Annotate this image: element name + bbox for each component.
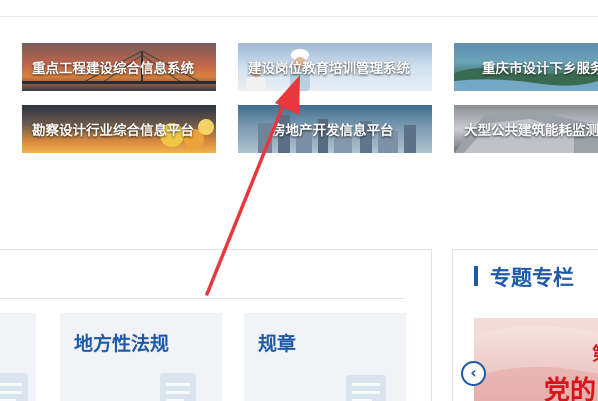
law-card-local-regulations[interactable]: 地方性法规 xyxy=(60,313,222,401)
law-card-partial[interactable] xyxy=(0,313,36,401)
law-card-title: 地方性法规 xyxy=(74,333,170,355)
banner-label: 重庆市设计下乡服务 xyxy=(482,61,598,77)
divider xyxy=(0,16,598,17)
banner-real-estate[interactable]: 房地产开发信息平台 xyxy=(238,105,432,153)
banner-training-system[interactable]: 建设岗位教育培训管理系统 xyxy=(238,43,432,91)
carousel-prev-button[interactable]: ‹ xyxy=(461,361,486,386)
special-topic-text-top: 第 xyxy=(592,340,598,366)
banner-label: 房地产开发信息平台 xyxy=(272,123,394,139)
banner-energy-monitoring[interactable]: 大型公共建筑能耗监测 xyxy=(454,105,598,153)
special-topic-text: 党的 xyxy=(544,376,597,401)
law-card-title: 规章 xyxy=(258,333,297,355)
banner-label: 大型公共建筑能耗监测 xyxy=(464,123,598,139)
title-accent-bar xyxy=(474,266,478,286)
chevron-left-icon: ‹ xyxy=(470,362,477,382)
law-card-rules[interactable]: 规章 xyxy=(244,313,406,401)
document-icon xyxy=(0,373,28,401)
banner-label: 重点工程建设综合信息系统 xyxy=(32,61,194,77)
document-icon xyxy=(160,373,196,401)
banner-label: 建设岗位教育培训管理系统 xyxy=(248,61,410,77)
banner-design-service[interactable]: 重庆市设计下乡服务 xyxy=(454,43,598,91)
banner-survey-platform[interactable]: 勘察设计行业综合信息平台 xyxy=(22,105,216,153)
banner-key-projects[interactable]: 重点工程建设综合信息系统 xyxy=(22,43,216,91)
page: 重点工程建设综合信息系统 建设岗位教育培训管理系统 重庆市设计下乡服务 勘察设计… xyxy=(0,0,598,401)
book-icon xyxy=(346,375,386,401)
special-topics-title: 专题专栏 xyxy=(490,266,574,290)
panel-divider xyxy=(0,298,405,299)
banner-label: 勘察设计行业综合信息平台 xyxy=(32,123,194,139)
special-topic-banner[interactable]: 第 党的 xyxy=(474,318,598,401)
